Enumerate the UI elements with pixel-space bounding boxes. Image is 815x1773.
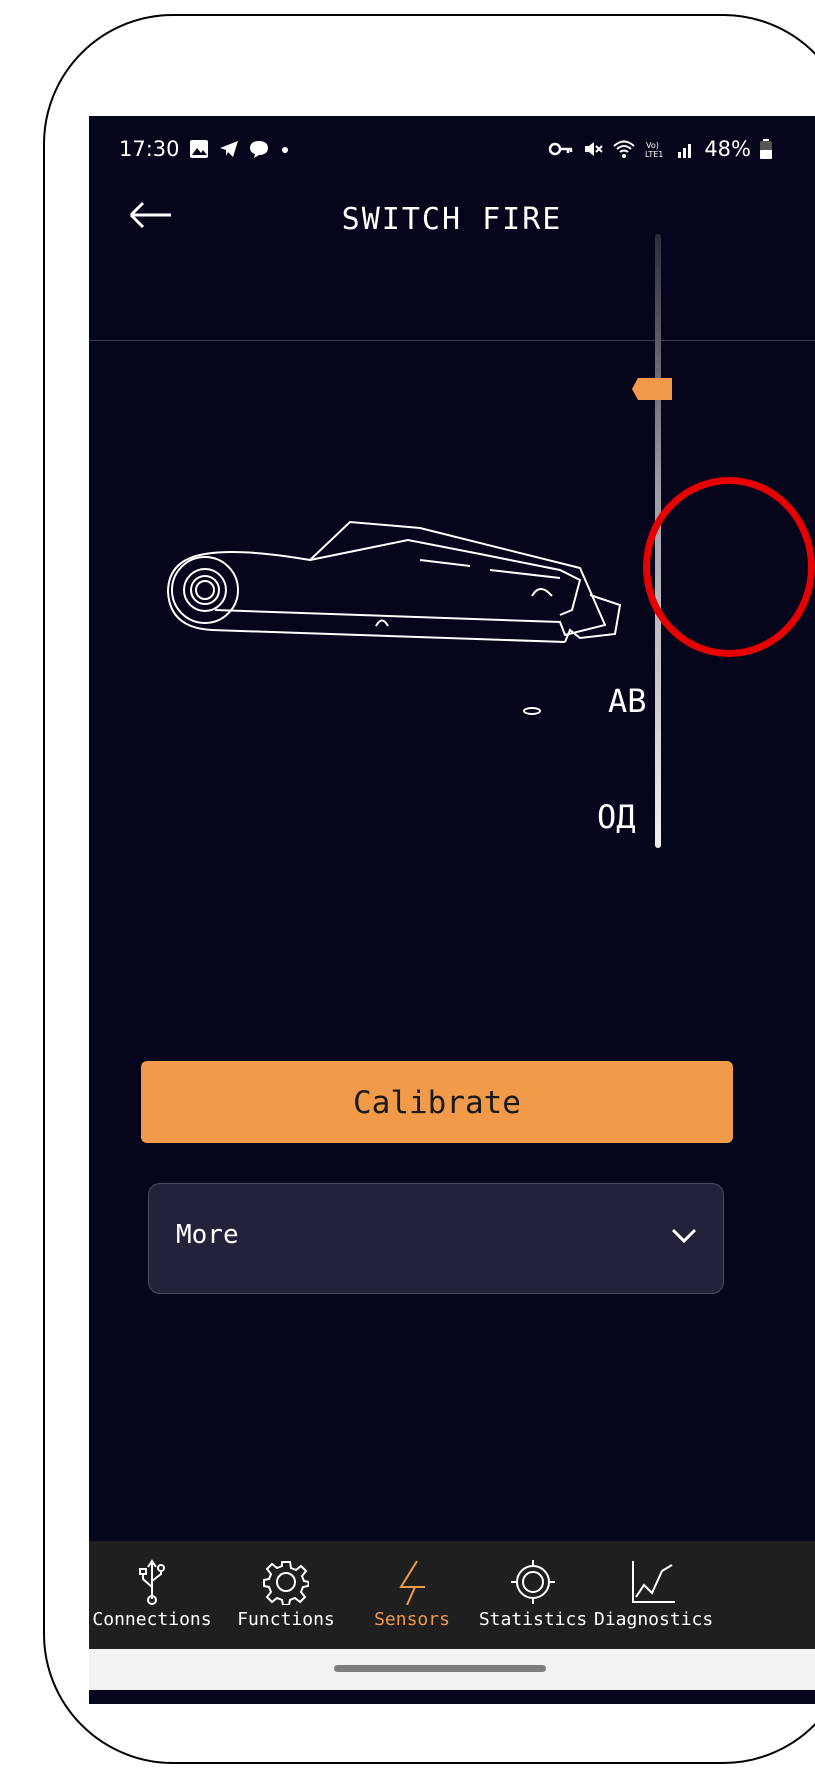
tab-statistics[interactable]: Statistics: [472, 1541, 594, 1649]
more-label: More: [176, 1220, 239, 1250]
sensor-position-marker[interactable]: [632, 378, 672, 400]
status-bar: 17:30 Vo) LTE1 48%: [89, 116, 815, 174]
dot-icon: [281, 147, 288, 153]
tab-label-connections: Connections: [92, 1609, 212, 1630]
gear-icon: [263, 1561, 309, 1605]
status-left: 17:30: [119, 137, 292, 161]
bottom-tab-bar: Connections Functions Sensors Statistics: [89, 1541, 815, 1649]
telegram-icon: [219, 141, 238, 157]
battery-icon: [760, 139, 772, 159]
chart-icon: [632, 1561, 675, 1603]
tab-diagnostics[interactable]: Diagnostics: [594, 1541, 714, 1649]
more-dropdown[interactable]: More: [148, 1183, 724, 1294]
app-header: SWITCH FIRE: [89, 174, 815, 341]
volte-icon: Vo) LTE1: [645, 141, 663, 159]
tab-label-functions: Functions: [237, 1609, 335, 1630]
chat-icon: [249, 141, 268, 158]
tab-connections[interactable]: Connections: [89, 1541, 215, 1649]
sensor-indicator-dot: [523, 707, 541, 715]
home-gesture-handle[interactable]: [334, 1665, 546, 1672]
signal-icon: [678, 144, 692, 158]
bolt-icon: [399, 1560, 425, 1605]
svg-text:LTE1: LTE1: [645, 150, 663, 159]
tab-label-sensors: Sensors: [374, 1609, 450, 1630]
status-right: Vo) LTE1 48%: [548, 137, 773, 161]
key-icon: [549, 142, 573, 156]
chevron-down-icon: [671, 1228, 697, 1244]
tab-label-statistics: Statistics: [478, 1609, 588, 1630]
tab-sensors[interactable]: Sensors: [353, 1541, 471, 1649]
position-label-ab: AB: [608, 682, 647, 720]
target-icon: [511, 1560, 555, 1604]
tab-label-diagnostics: Diagnostics: [594, 1609, 714, 1630]
battery-percent: 48%: [704, 137, 751, 161]
system-nav-bar: [89, 1649, 815, 1690]
mute-icon: [585, 142, 604, 156]
highlight-circle: [643, 477, 815, 657]
page-title: SWITCH FIRE: [341, 202, 563, 237]
status-time: 17:30: [119, 137, 180, 161]
app-screen: 17:30 Vo) LTE1 48% SWITCH FIRE: [89, 116, 815, 1704]
wifi-icon: [613, 140, 635, 158]
tab-functions[interactable]: Functions: [219, 1541, 353, 1649]
position-label-od: ОД: [597, 798, 636, 836]
usb-icon: [139, 1559, 165, 1605]
gallery-icon: [189, 140, 208, 158]
calibrate-button[interactable]: Calibrate: [141, 1061, 733, 1143]
fire-switch-lever-illustration: [166, 520, 622, 643]
svg-text:Vo): Vo): [646, 141, 659, 150]
